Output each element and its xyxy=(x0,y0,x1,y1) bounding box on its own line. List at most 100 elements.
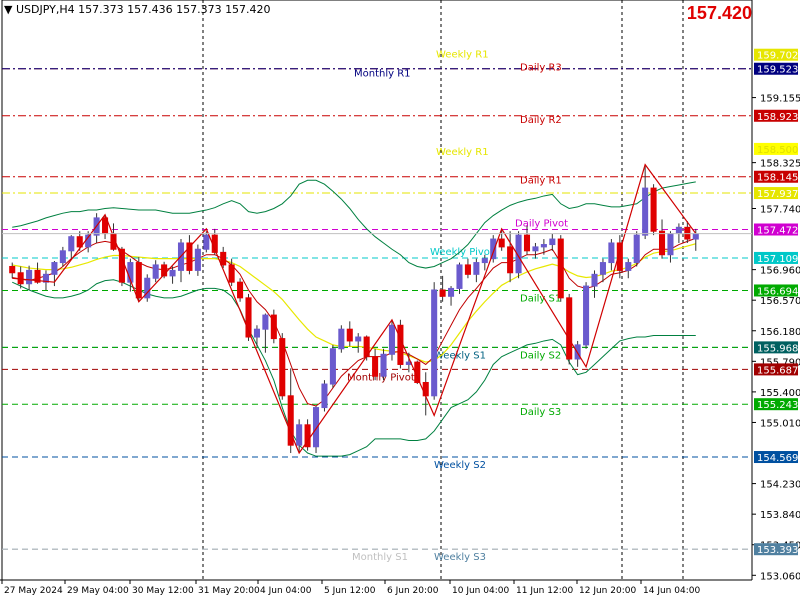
level-text-label: Daily R3 xyxy=(520,63,562,74)
candle-body xyxy=(431,289,438,397)
price-tick-label: 155.400 xyxy=(760,388,800,399)
candle-body xyxy=(388,324,396,355)
candle-body xyxy=(540,244,547,248)
price-tick-label: 156.570 xyxy=(760,296,800,307)
price-tick-label: 156.180 xyxy=(760,327,800,338)
candle-body xyxy=(194,248,201,271)
price-tag-label: 155.687 xyxy=(757,365,798,376)
time-tick-label: 31 May 20:00 xyxy=(198,586,260,596)
price-tick-label: 154.230 xyxy=(760,480,800,491)
price-tick-label: 153.060 xyxy=(760,571,800,582)
level-text-label: Weekly S2 xyxy=(434,460,486,471)
candle-body xyxy=(608,242,615,264)
price-tag-label: 159.702 xyxy=(757,51,798,62)
price-chart-svg[interactable]: Weekly R1 Daily R3 Monthly R1 Daily R2 Weekl… xyxy=(0,0,800,600)
level-text-label: Weekly R1 xyxy=(436,147,489,158)
candle-body xyxy=(220,251,227,266)
price-tag-label: 156.694 xyxy=(757,286,798,297)
candle-body xyxy=(507,246,514,274)
chart-header: ▼ USDJPY,H4 157.373 157.436 157.373 157.… xyxy=(4,3,271,16)
candle-body xyxy=(135,262,142,299)
price-tag-label: 157.472 xyxy=(757,225,798,236)
candle-body xyxy=(203,234,210,250)
candle-body xyxy=(262,314,269,330)
candle-body xyxy=(448,287,455,297)
candle-body xyxy=(321,383,328,409)
candle-body xyxy=(642,187,649,236)
level-text-label: Daily Pivot xyxy=(515,218,568,229)
time-tick-label: 11 Jun 12:00 xyxy=(516,586,573,596)
price-tag-label: 155.968 xyxy=(757,343,798,354)
candle-body xyxy=(397,324,404,365)
price-tick-label: 155.010 xyxy=(760,418,800,429)
level-text-label: Daily S3 xyxy=(520,407,561,418)
price-tick-label: 156.960 xyxy=(760,266,800,277)
candle-body xyxy=(380,353,387,377)
candle-body xyxy=(279,338,286,397)
candle-body xyxy=(329,348,336,385)
candle-body xyxy=(422,381,429,397)
candle-body xyxy=(498,238,505,248)
price-tag-label: 158.145 xyxy=(757,173,798,184)
candle-body xyxy=(169,269,176,277)
candle-body xyxy=(692,233,699,240)
candle-body xyxy=(523,234,531,252)
candle-body xyxy=(372,356,379,377)
candle-body xyxy=(338,328,345,350)
candle-body xyxy=(439,289,446,297)
current-price-readout: 157.420 xyxy=(686,3,752,23)
candle-body xyxy=(557,238,564,299)
candle-body xyxy=(625,262,632,271)
level-text-label: Weekly S1 xyxy=(434,350,486,361)
time-tick-label: 6 Jun 20:00 xyxy=(387,586,439,596)
candle-body xyxy=(26,269,33,285)
candle-body xyxy=(532,246,539,252)
candle-body xyxy=(253,328,260,338)
candle-body xyxy=(152,264,159,279)
candle-body xyxy=(456,264,463,289)
candle-body xyxy=(59,250,66,264)
symbol-label: USDJPY,H4 xyxy=(15,3,75,16)
time-tick-label: 30 May 12:00 xyxy=(132,586,194,596)
collapse-triangle-icon[interactable]: ▼ xyxy=(4,3,12,16)
chart[interactable]: Weekly R1 Daily R3 Monthly R1 Daily R2 Weekl… xyxy=(0,0,800,600)
level-text-label: Daily R2 xyxy=(520,115,562,126)
candle-body xyxy=(464,264,471,275)
price-tag-label: 153.393 xyxy=(757,545,798,556)
time-tick-label: 5 Jun 12:00 xyxy=(324,586,376,596)
candle-body xyxy=(650,187,657,232)
candle-body xyxy=(633,234,640,264)
level-text-label: Monthly R1 xyxy=(354,69,411,80)
candle-body xyxy=(296,424,303,446)
level-text-label: Monthly S1 xyxy=(352,552,408,563)
candle-body xyxy=(237,281,244,299)
candle-body xyxy=(481,258,488,264)
price-tag-label: 155.243 xyxy=(757,400,798,411)
level-text-label: Daily S1 xyxy=(520,293,561,304)
time-tick-label: 14 Jun 04:00 xyxy=(643,586,700,596)
time-tick-label: 4 Jun 04:00 xyxy=(260,586,312,596)
candle-body xyxy=(270,314,277,340)
level-text-label: Daily S2 xyxy=(520,350,561,361)
candle-body xyxy=(228,264,235,283)
ohlc-readout: 157.373 157.436 157.373 157.420 xyxy=(78,3,271,16)
candle-body xyxy=(583,285,590,346)
price-tag-label: 158.923 xyxy=(757,112,798,123)
price-tag-label: 158.500 xyxy=(757,145,798,156)
candle-body xyxy=(599,262,606,275)
candle-body xyxy=(68,236,75,252)
price-tick-label: 153.840 xyxy=(760,510,800,521)
candle-body xyxy=(346,328,353,342)
price-tick-label: 159.155 xyxy=(760,94,800,105)
candle-body xyxy=(675,226,682,235)
candle-body xyxy=(17,272,24,285)
level-text-label: Daily R1 xyxy=(520,176,562,187)
candle-body xyxy=(658,230,666,256)
price-tag-label: 157.937 xyxy=(757,189,798,200)
candle-body xyxy=(667,233,674,256)
price-tag-label: 157.109 xyxy=(757,254,798,265)
candle-body xyxy=(51,262,58,275)
price-tick-label: 157.740 xyxy=(760,204,800,215)
price-tag-label: 154.569 xyxy=(757,453,798,464)
time-tick-label: 10 Jun 04:00 xyxy=(452,586,509,596)
